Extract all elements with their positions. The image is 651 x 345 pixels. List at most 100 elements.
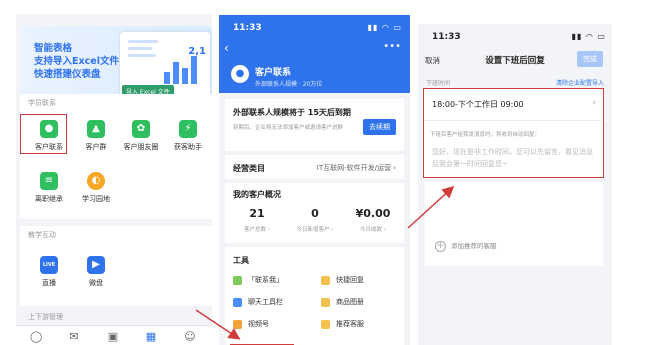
preview-line: [128, 47, 152, 50]
tool-label: 「联系我」: [248, 276, 283, 284]
tool-chat-toolbar[interactable]: 聊天工具栏: [233, 297, 283, 307]
tool-quick-reply[interactable]: 快捷回复: [321, 275, 364, 285]
service-icon: [321, 319, 330, 329]
renew-button[interactable]: 去续期: [363, 119, 396, 135]
import-config-link[interactable]: 清除企业配置导入: [556, 78, 604, 87]
contacts-icon[interactable]: ☺: [184, 331, 196, 343]
app-label: 离职继承: [35, 195, 63, 203]
mail-icon[interactable]: ✉: [68, 331, 80, 343]
preview-bar: [182, 68, 188, 84]
overview-card: 我的客户概况 21 客户总数 › 0 今日新增客户 › ¥0.00 今日收款 ›: [225, 183, 404, 243]
app-live[interactable]: LIVE 直播: [26, 256, 72, 296]
banner-line2: 支持导入Excel文件: [34, 56, 119, 67]
app-label: 客户群: [85, 143, 107, 151]
app-label: 直播: [42, 279, 56, 287]
contact-section: 学员联系 ● 客户联系 ▲ 客户群 ✿ 客户朋友圈 ⚡ 获客助手 ≡ 离职继承: [20, 94, 212, 219]
stat-label[interactable]: 今日新增客户 ›: [285, 225, 345, 233]
reply-icon: [321, 275, 330, 285]
reply-settings-card: 18:00-下个工作日 09:00 › 下班后客户给我发消息时，将收到自动回复：…: [423, 88, 604, 178]
section-title: 学员联系: [28, 99, 56, 107]
add-service-label: 添加推荐的客服: [451, 242, 497, 250]
app-learning-garden[interactable]: ◐ 学习园地: [73, 172, 119, 212]
status-icons: ▮▮ ◠ ▭: [367, 23, 402, 32]
drive-icon: ▶: [87, 256, 105, 274]
overview-title: 我的客户概况: [233, 190, 281, 199]
group-icon: ▲: [87, 120, 105, 138]
app-acquisition-assistant[interactable]: ⚡ 获客助手: [165, 120, 211, 160]
chevron-right-icon: ›: [592, 98, 596, 108]
planet-icon: ◐: [87, 172, 105, 190]
more-icon[interactable]: •••: [383, 41, 401, 52]
preview-line: [128, 40, 158, 43]
app-label: 获客助手: [174, 143, 202, 151]
stat-label[interactable]: 客户总数 ›: [227, 225, 287, 233]
app-customer-group[interactable]: ▲ 客户群: [73, 120, 119, 160]
banner-line1: 智能表格: [34, 43, 73, 54]
tools-card: 工具 「联系我」 快捷回复 聊天工具栏 商品图册 视频号 推荐客服: [225, 247, 404, 345]
expiry-alert: 外部联系人规模将于 15天后到期 到期后，企业将无法添加客户或邀请客户进群 去续…: [225, 99, 404, 151]
banner-line3: 快速搭建仪表盘: [34, 69, 101, 80]
customer-contact-header: 11:33 ▮▮ ◠ ▭ ‹ ••• ● 客户联系 外部联系人规模 · 20万位: [219, 15, 410, 93]
status-icons: ▮▮ ◠ ▭: [571, 32, 606, 41]
preview-number: 2,1: [188, 46, 206, 57]
customer-contact-panel: 11:33 ▮▮ ◠ ▭ ‹ ••• ● 客户联系 外部联系人规模 · 20万位…: [219, 15, 410, 345]
divider: [424, 120, 602, 121]
preview-bar: [191, 56, 197, 84]
app-resignation-inherit[interactable]: ≡ 离职继承: [26, 172, 72, 212]
app-label: 学习园地: [82, 195, 110, 203]
tool-label: 快捷回复: [336, 276, 364, 284]
off-hours-label: 下班时间: [426, 80, 451, 87]
workbench-icon[interactable]: ▦: [145, 331, 157, 343]
tool-label: 视频号: [248, 320, 269, 328]
screenshot-stage: 智能表格 支持导入Excel文件 快速搭建仪表盘 2,1 导入 Excel 文件…: [0, 0, 651, 345]
tool-recommend-service[interactable]: 推荐客服: [321, 319, 364, 329]
category-value: IT互联网-软件开发/运营 ›: [316, 164, 396, 172]
recommend-service-box: + 添加推荐的客服: [425, 182, 603, 266]
after-hours-reply-panel: 11:33 ▮▮ ◠ ▭ 取消 设置下班后回复 完成 下班时间 清除企业配置导入…: [418, 24, 612, 345]
tools-title: 工具: [233, 256, 249, 265]
smart-sheet-banner[interactable]: 智能表格 支持导入Excel文件 快速搭建仪表盘 2,1 导入 Excel 文件: [20, 26, 212, 104]
stat-value[interactable]: 21: [227, 207, 287, 220]
workbench-panel: 智能表格 支持导入Excel文件 快速搭建仪表盘 2,1 导入 Excel 文件…: [16, 14, 212, 345]
page-title: 客户联系: [255, 68, 292, 78]
message-icon[interactable]: ◯: [30, 331, 42, 343]
app-drive[interactable]: ▶ 微盘: [73, 256, 119, 296]
app-customer-moments[interactable]: ✿ 客户朋友圈: [118, 120, 164, 160]
bottom-tab-bar: ◯ ✉ ▣ ▦ ☺: [16, 325, 212, 345]
document-icon: ≡: [40, 172, 58, 190]
category-label: 经营类目: [233, 164, 265, 173]
section-title: 教学互动: [28, 231, 56, 239]
qrcode-icon: [233, 275, 242, 285]
alert-description: 到期后，企业将无法添加客户或邀请客户进群: [233, 125, 344, 131]
alert-title: 外部联系人规模将于 15天后到期: [233, 108, 351, 117]
plus-icon: +: [435, 241, 446, 252]
toolbar-icon: [233, 297, 242, 307]
moments-icon: ✿: [132, 120, 150, 138]
album-icon: [321, 297, 330, 307]
back-icon[interactable]: ‹: [224, 41, 229, 55]
stat-value[interactable]: 0: [285, 207, 345, 220]
status-time: 11:33: [233, 23, 262, 33]
category-row[interactable]: 经营类目 IT互联网-软件开发/运营 ›: [225, 155, 404, 179]
stat-value[interactable]: ¥0.00: [343, 207, 403, 220]
docs-icon[interactable]: ▣: [107, 331, 119, 343]
lightning-icon: ⚡: [179, 120, 197, 138]
section-title: 上下游管理: [28, 313, 63, 321]
auto-reply-message-field[interactable]: 您好，现在是非工作时间，您可以先留言，看见消息后我会第一时间回复您~: [432, 146, 596, 170]
done-button[interactable]: 完成: [577, 51, 603, 67]
tool-label: 推荐客服: [336, 320, 364, 328]
app-label: 微盘: [89, 279, 103, 287]
tool-channels[interactable]: 视频号: [233, 319, 269, 329]
tool-product-album[interactable]: 商品图册: [321, 297, 364, 307]
avatar: ●: [231, 65, 249, 83]
add-service-button[interactable]: + 添加推荐的客服: [435, 240, 497, 252]
teaching-section: 教学互动 LIVE 直播 ▶ 微盘: [20, 226, 212, 306]
preview-line: [128, 54, 156, 57]
status-time: 11:33: [432, 32, 461, 42]
reply-hint: 下班后客户给我发消息时，将收到自动回复：: [430, 132, 541, 138]
time-range: 18:00-下个工作日 09:00: [432, 100, 524, 109]
channels-icon: [233, 319, 242, 329]
tool-contact-me[interactable]: 「联系我」: [233, 275, 283, 285]
tool-label: 商品图册: [336, 298, 364, 306]
stat-label[interactable]: 今日收款 ›: [343, 225, 403, 233]
